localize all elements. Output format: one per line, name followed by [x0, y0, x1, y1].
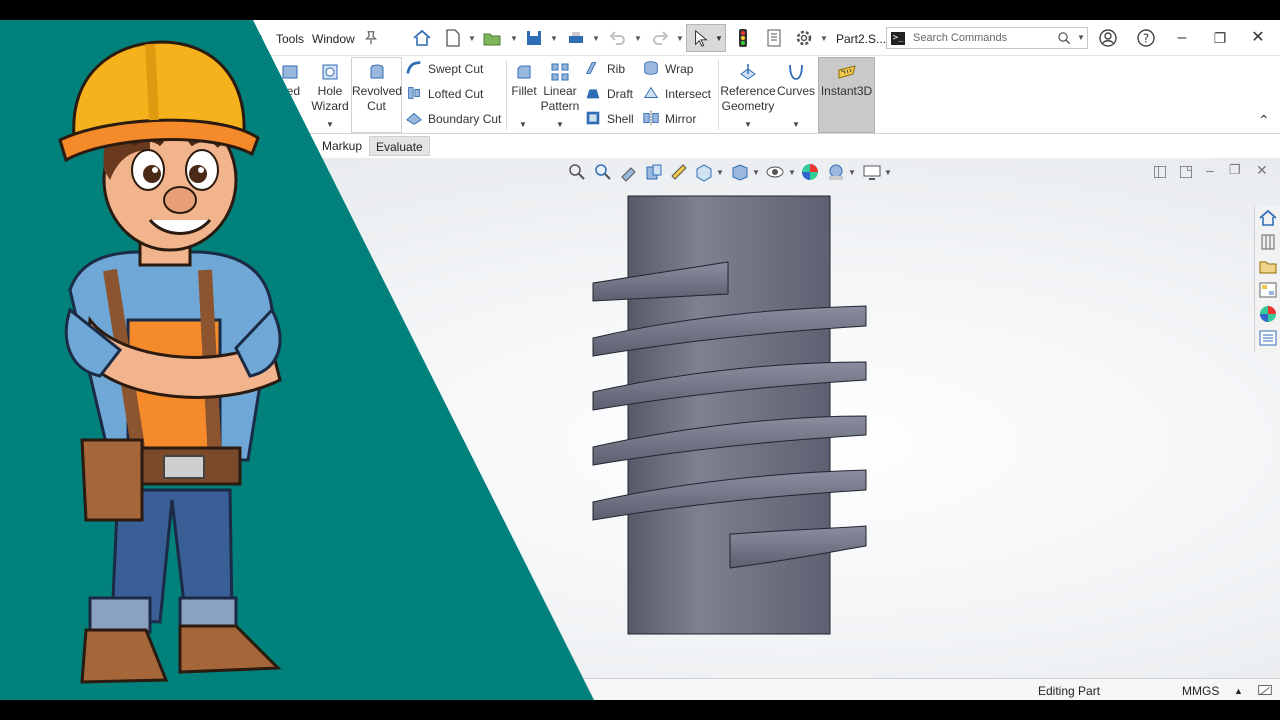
collapse-ribbon-chevron-icon[interactable]: ⌃ — [1258, 112, 1270, 129]
options-caret-icon[interactable]: ▼ — [820, 34, 828, 43]
intersect-button[interactable]: Intersect — [642, 84, 711, 104]
document-title: Part2.S... — [836, 32, 887, 46]
wrap-button[interactable]: Wrap — [642, 59, 693, 79]
mirror-icon — [643, 110, 659, 126]
search-icon[interactable] — [1057, 31, 1072, 46]
curves-caret-icon[interactable]: ▼ — [792, 120, 800, 129]
curves-button[interactable]: Curves — [776, 58, 816, 99]
account-icon[interactable] — [1098, 28, 1118, 48]
wrap-label: Wrap — [665, 62, 694, 76]
instant3d-button[interactable]: Instant3D — [818, 57, 875, 133]
intersect-label: Intersect — [665, 87, 712, 101]
help-icon[interactable]: ? — [1136, 28, 1156, 48]
reference-geometry-icon — [740, 64, 756, 80]
minimize-button[interactable]: – — [1170, 27, 1194, 49]
shell-label: Shell — [607, 112, 634, 126]
curves-icon — [789, 64, 803, 80]
search-placeholder: Search Commands — [913, 32, 1008, 44]
redo-icon[interactable] — [650, 28, 670, 48]
instant3d-label: Instant3D — [820, 84, 873, 98]
restore-button[interactable]: ❐ — [1208, 27, 1232, 49]
svg-text:?: ? — [1143, 32, 1149, 46]
search-caret-icon[interactable]: ▼ — [1077, 33, 1085, 42]
redo-caret-icon[interactable]: ▼ — [676, 34, 684, 43]
file-properties-icon[interactable] — [764, 28, 784, 48]
quick-tips-icon[interactable] — [1256, 681, 1274, 699]
undo-caret-icon[interactable]: ▼ — [634, 34, 642, 43]
units-caret-icon[interactable]: ▲ — [1234, 686, 1243, 696]
undo-icon[interactable] — [608, 28, 628, 48]
curves-label: Curves — [776, 84, 815, 98]
reference-geometry-caret-icon[interactable]: ▼ — [744, 120, 752, 129]
units-status[interactable]: MMGS — [1182, 684, 1219, 698]
intersect-icon — [643, 86, 659, 98]
select-button[interactable]: ▼ — [686, 24, 726, 52]
rib-label: Rib — [607, 62, 626, 76]
thumbnail-overlay — [0, 20, 594, 700]
mirror-button[interactable]: Mirror — [642, 109, 696, 129]
draft-label: Draft — [607, 87, 634, 101]
reference-geometry-button[interactable]: Reference Geometry — [720, 58, 776, 114]
select-caret-icon: ▼ — [715, 34, 723, 43]
video-frame: { "menu": { "tools": "Tools", "window": … — [0, 0, 1280, 720]
wrap-icon — [644, 61, 658, 75]
reference-geometry-label-2: Geometry — [721, 99, 775, 113]
ribbon-separator — [718, 60, 719, 130]
reference-geometry-label-1: Reference — [720, 84, 776, 98]
search-commands-input[interactable]: >_ Search Commands ▼ — [886, 27, 1088, 49]
command-prompt-icon: >_ — [891, 32, 905, 45]
close-button[interactable]: ✕ — [1246, 27, 1270, 49]
options-gear-icon[interactable] — [794, 28, 814, 48]
cursor-icon — [695, 29, 708, 47]
editing-mode-status: Editing Part — [1038, 684, 1101, 698]
rebuild-traffic-light-icon[interactable] — [733, 28, 753, 48]
instant3d-icon — [838, 65, 856, 79]
mirror-label: Mirror — [665, 112, 697, 126]
